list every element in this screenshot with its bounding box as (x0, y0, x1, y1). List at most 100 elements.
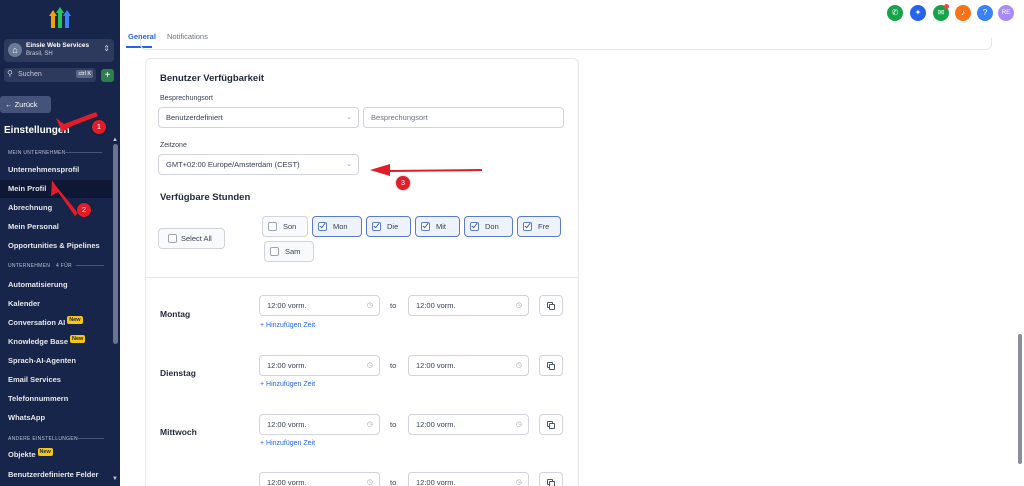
copy-icon (549, 364, 555, 370)
meeting-location-value: Benutzerdefiniert (166, 113, 223, 122)
sidebar-item-opportunities[interactable]: Opportunities & Pipelines (0, 237, 112, 255)
phone-icon[interactable]: ✆ (887, 5, 903, 21)
copy-times-button[interactable] (539, 414, 563, 435)
page-scrollbar[interactable] (1018, 334, 1022, 464)
day-label: Sam (285, 247, 301, 256)
search-label: Suchen (18, 71, 42, 78)
start-time-input[interactable]: 12:00 vorm. ◷ (259, 414, 380, 435)
sidebar-item-email-services[interactable]: Email Services (0, 371, 112, 389)
copy-icon (549, 304, 555, 310)
sidebar-item-objects[interactable]: Objekte New (0, 446, 112, 464)
clock-icon: ◷ (515, 421, 522, 428)
schedule-day-label: Mittwoch (160, 427, 197, 437)
end-time-input[interactable]: 12:00 vorm. ◷ (408, 414, 529, 435)
sidebar-item-label: Conversation AI (8, 318, 66, 327)
check-icon (471, 221, 478, 229)
copy-times-button[interactable] (539, 295, 563, 316)
day-label: Mon (333, 222, 348, 231)
clock-icon: ◷ (366, 302, 373, 309)
sidebar-item-knowledge-base[interactable]: Knowledge Base New (0, 333, 112, 351)
day-checkbox (268, 222, 277, 231)
user-avatar[interactable]: RE (998, 5, 1014, 21)
copy-times-button[interactable] (539, 355, 563, 376)
search-icon: ⚲ (7, 69, 13, 78)
help-icon[interactable]: ? (977, 5, 993, 21)
sidebar-item-label: Knowledge Base (8, 337, 69, 346)
end-time-input[interactable]: 12:00 vorm. ◷ (408, 355, 529, 376)
day-chip-fre[interactable]: Fre (517, 216, 561, 237)
time-value: 12:00 vorm. (267, 478, 307, 486)
notification-dot (944, 4, 949, 9)
sidebar-item-custom-fields[interactable]: Benutzerdefinierte Felder (0, 466, 112, 484)
group-count: 4 FÜR (56, 263, 72, 269)
sidebar-item-calendar[interactable]: Kalender (0, 295, 112, 313)
sidebar-scrollbar[interactable] (113, 144, 118, 344)
annotation-step-2: 2 (77, 203, 91, 217)
back-button[interactable]: ← Zurück (0, 96, 51, 113)
copy-times-button[interactable] (539, 472, 563, 486)
start-time-input[interactable]: 12:00 vorm. ◷ (259, 472, 380, 486)
bell-icon[interactable]: ♪ (955, 5, 971, 21)
timezone-value: GMT+02:00 Europe/Amsterdam (CEST) (166, 160, 300, 169)
timezone-select[interactable]: GMT+02:00 Europe/Amsterdam (CEST) ⌄ (158, 154, 359, 175)
select-all-label: Select All (181, 234, 212, 243)
day-chip-sam[interactable]: Sam (264, 241, 314, 262)
check-icon (422, 221, 429, 229)
sidebar-item-billing[interactable]: Abrechnung (0, 199, 112, 217)
new-badge: New (67, 316, 83, 324)
timezone-label: Zeitzone (160, 142, 187, 149)
select-all-checkbox (168, 234, 177, 243)
search-input[interactable]: ⚲ Suchen ctrl K (4, 68, 96, 82)
group-divider (60, 152, 102, 153)
select-all-button[interactable]: Select All (158, 228, 225, 249)
day-chip-mon[interactable]: Mon (312, 216, 362, 237)
day-label: Mit (436, 222, 446, 231)
add-time-link[interactable]: + Hinzufügen Zeit (260, 440, 315, 447)
integrations-icon[interactable]: ✦ (910, 5, 926, 21)
day-chip-mit[interactable]: Mit (415, 216, 460, 237)
meeting-location-label: Besprechungsort (160, 95, 213, 102)
to-label: to (390, 478, 397, 486)
sidebar-item-voice-ai-agents[interactable]: Sprach-AI-Agenten (0, 352, 112, 370)
end-time-input[interactable]: 12:00 vorm. ◷ (408, 472, 529, 486)
to-label: to (390, 361, 397, 370)
day-label: Don (485, 222, 499, 231)
time-value: 12:00 vorm. (267, 420, 307, 429)
time-value: 12:00 vorm. (416, 361, 456, 370)
start-time-input[interactable]: 12:00 vorm. ◷ (259, 295, 380, 316)
time-value: 12:00 vorm. (416, 301, 456, 310)
time-value: 12:00 vorm. (416, 420, 456, 429)
day-chip-die[interactable]: Die (366, 216, 411, 237)
day-checkbox (318, 221, 327, 231)
sidebar-item-conversation-ai[interactable]: Conversation AI New (0, 314, 112, 332)
scroll-up-icon[interactable]: ▲ (112, 137, 118, 143)
end-time-input[interactable]: 12:00 vorm. ◷ (408, 295, 529, 316)
account-name: Einsle Web Services (26, 42, 90, 49)
start-time-input[interactable]: 12:00 vorm. ◷ (259, 355, 380, 376)
chevron-down-icon: ⌄ (346, 161, 352, 168)
sidebar-item-whatsapp[interactable]: WhatsApp (0, 409, 112, 427)
sidebar-item-automation[interactable]: Automatisierung (0, 276, 112, 294)
quick-add-button[interactable]: + (101, 69, 114, 82)
check-icon (373, 221, 380, 229)
sidebar-item-company-profile[interactable]: Unternehmensprofil (0, 161, 112, 179)
time-value: 12:00 vorm. (267, 361, 307, 370)
app-logo-icon (49, 7, 71, 28)
add-time-link[interactable]: + Hinzufügen Zeit (260, 322, 315, 329)
sidebar-item-phone-numbers[interactable]: Telefonnummern (0, 390, 112, 408)
account-switcher[interactable]: ⌂ Einsle Web Services Brasil, SH ⇕ (4, 39, 114, 62)
add-time-link[interactable]: + Hinzufügen Zeit (260, 381, 315, 388)
meeting-location-select[interactable]: Benutzerdefiniert ⌄ (158, 107, 359, 128)
settings-title: Einstellungen (4, 125, 70, 136)
day-chip-son[interactable]: Son (262, 216, 308, 237)
day-checkbox (523, 221, 532, 231)
scroll-down-icon[interactable]: ▼ (112, 476, 118, 482)
time-value: 12:00 vorm. (267, 301, 307, 310)
sidebar-item-my-staff[interactable]: Mein Personal (0, 218, 112, 236)
annotation-step-1: 1 (92, 120, 106, 134)
day-chip-don[interactable]: Don (464, 216, 513, 237)
schedule-day-label: Montag (160, 309, 191, 319)
sidebar-item-my-profile[interactable]: Mein Profil (0, 180, 112, 198)
time-value: 12:00 vorm. (416, 478, 456, 486)
meeting-location-input[interactable]: Besprechungsort (363, 107, 564, 128)
